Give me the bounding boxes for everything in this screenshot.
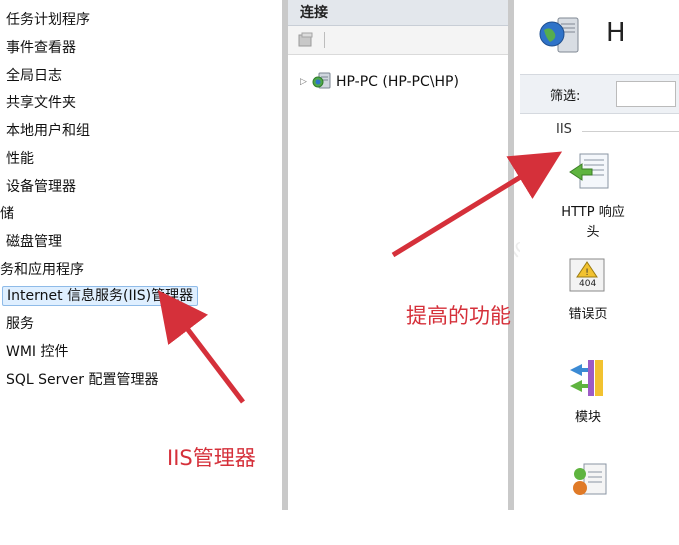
arrow-to-features (391, 151, 563, 258)
annotation-iis-manager: IIS管理器 (167, 446, 256, 470)
arrow-to-iis-manager (157, 290, 245, 404)
annotation-features: 提高的功能 (406, 304, 511, 328)
annotation-arrows (157, 151, 563, 404)
